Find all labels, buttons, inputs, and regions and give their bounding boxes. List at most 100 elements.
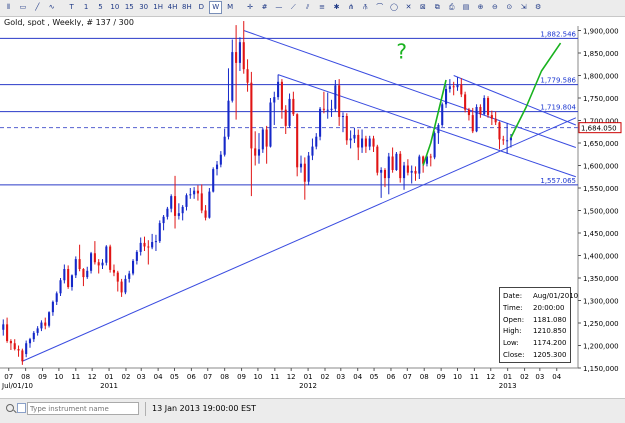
candle-body [97, 262, 100, 266]
y-tick-label: 1,800,000 [583, 73, 619, 81]
candle-body [349, 138, 352, 141]
x-tick-label: 07 [203, 373, 212, 381]
candle-body [368, 138, 371, 147]
x-tick-label: 09 [237, 373, 246, 381]
candle-body [139, 242, 142, 252]
candle-body [74, 259, 77, 276]
candle-body [143, 242, 146, 247]
status-time: 13 Jan 2013 19:00:00 EST [152, 404, 256, 413]
x-year-label: 2011 [100, 382, 118, 390]
info-value: 1205.300 [533, 351, 567, 359]
question-mark-annotation: ? [396, 39, 407, 63]
candle-body [131, 260, 135, 274]
candle-body [303, 163, 306, 182]
level-label-2: 1,719.804 [540, 104, 576, 112]
candle-body [48, 312, 51, 326]
candle-body [319, 108, 322, 137]
candle-body [109, 246, 112, 270]
candle-body [250, 82, 253, 149]
candle-body [299, 163, 303, 168]
status-separator [145, 402, 146, 416]
candle-body [353, 134, 356, 139]
y-tick-label: 1,450,000 [583, 230, 619, 238]
y-tick-label: 1,200,000 [583, 343, 619, 351]
candle-body [21, 350, 24, 362]
candle-body [261, 129, 264, 150]
x-tick-label: 09 [437, 373, 446, 381]
candle-body [101, 262, 104, 266]
candle-body [269, 102, 272, 147]
candle-body [204, 210, 207, 218]
x-tick-label: 11 [270, 373, 279, 381]
candle-body [257, 149, 261, 156]
x-tick-label: 07 [403, 373, 412, 381]
candle-body [170, 196, 173, 209]
candle-body [162, 216, 165, 224]
candle-body [215, 164, 219, 170]
candle-body [341, 116, 345, 117]
candle-body [265, 129, 268, 147]
candle-body [376, 146, 379, 173]
candle-body [212, 169, 215, 192]
candle-body [17, 349, 20, 351]
candle-body [403, 165, 406, 179]
info-value: 20:00:00 [533, 303, 565, 312]
candle-body [471, 115, 474, 132]
y-tick-label: 1,900,000 [583, 28, 619, 36]
candle-body [414, 170, 417, 174]
candle-body [475, 107, 478, 132]
candle-body [296, 114, 299, 168]
info-row: High: 1210.850 [503, 327, 566, 335]
candle-body [502, 139, 505, 141]
candle-body [410, 170, 413, 173]
x-tick-label: 10 [453, 373, 462, 381]
x-year-label: Jul/01/10 [1, 382, 33, 390]
candle-body [467, 109, 470, 116]
candle-body [105, 246, 108, 263]
candle-body [185, 195, 188, 207]
candle-body [154, 241, 158, 243]
candle-body [464, 94, 467, 110]
candle-body [448, 86, 451, 89]
info-value: Aug/01/2010 [533, 292, 579, 300]
candle-body [315, 136, 318, 147]
x-tick-label: 04 [154, 373, 163, 381]
plot-area[interactable] [0, 26, 578, 368]
candle-body [40, 322, 43, 329]
candle-body [151, 242, 154, 248]
candle-body [158, 223, 161, 242]
candle-body [28, 339, 32, 344]
info-row: Date: Aug/01/2010 [503, 292, 578, 300]
x-tick-label: 01 [503, 373, 512, 381]
candle-body [490, 115, 493, 119]
candle-body [498, 122, 501, 140]
candle-body [284, 109, 287, 126]
candle-body [242, 42, 245, 70]
info-label: Time: [503, 303, 523, 312]
candle-body [509, 137, 512, 141]
candle-body [219, 154, 222, 165]
chart-window: ⫴ ▭ ╱ ∿ T 1 5 10 15 30 1H 4H 8H D W M ✛ # — ⟋ ⫽ ≡ ✱ ⋔ ⫚ ⌒ ◯ ✕ ⊠ ⧉ ⎙ ▤ ⊕ ⊖… [0, 0, 625, 423]
candle-body [311, 146, 314, 156]
y-tick-label: 1,350,000 [583, 275, 619, 283]
y-tick-label: 1,400,000 [583, 253, 619, 261]
candle-body [483, 98, 486, 115]
search-icon[interactable] [6, 404, 14, 412]
x-tick-label: 02 [321, 373, 330, 381]
y-tick-label: 1,650,000 [583, 140, 619, 148]
x-tick-label: 11 [71, 373, 80, 381]
x-tick-label: 12 [88, 373, 97, 381]
y-tick-label: 1,750,000 [583, 95, 619, 103]
candle-body [193, 190, 196, 195]
instrument-input[interactable] [27, 402, 139, 415]
instrument-icon [17, 403, 26, 413]
x-tick-label: 08 [21, 373, 30, 381]
info-row: Low: 1174.200 [503, 339, 566, 347]
candle-body [334, 85, 337, 109]
candle-body [399, 153, 402, 179]
x-tick-label: 07 [4, 373, 13, 381]
candle-body [120, 281, 123, 293]
candle-body [86, 270, 89, 278]
candle-body [322, 108, 325, 110]
candle-body [506, 140, 509, 142]
